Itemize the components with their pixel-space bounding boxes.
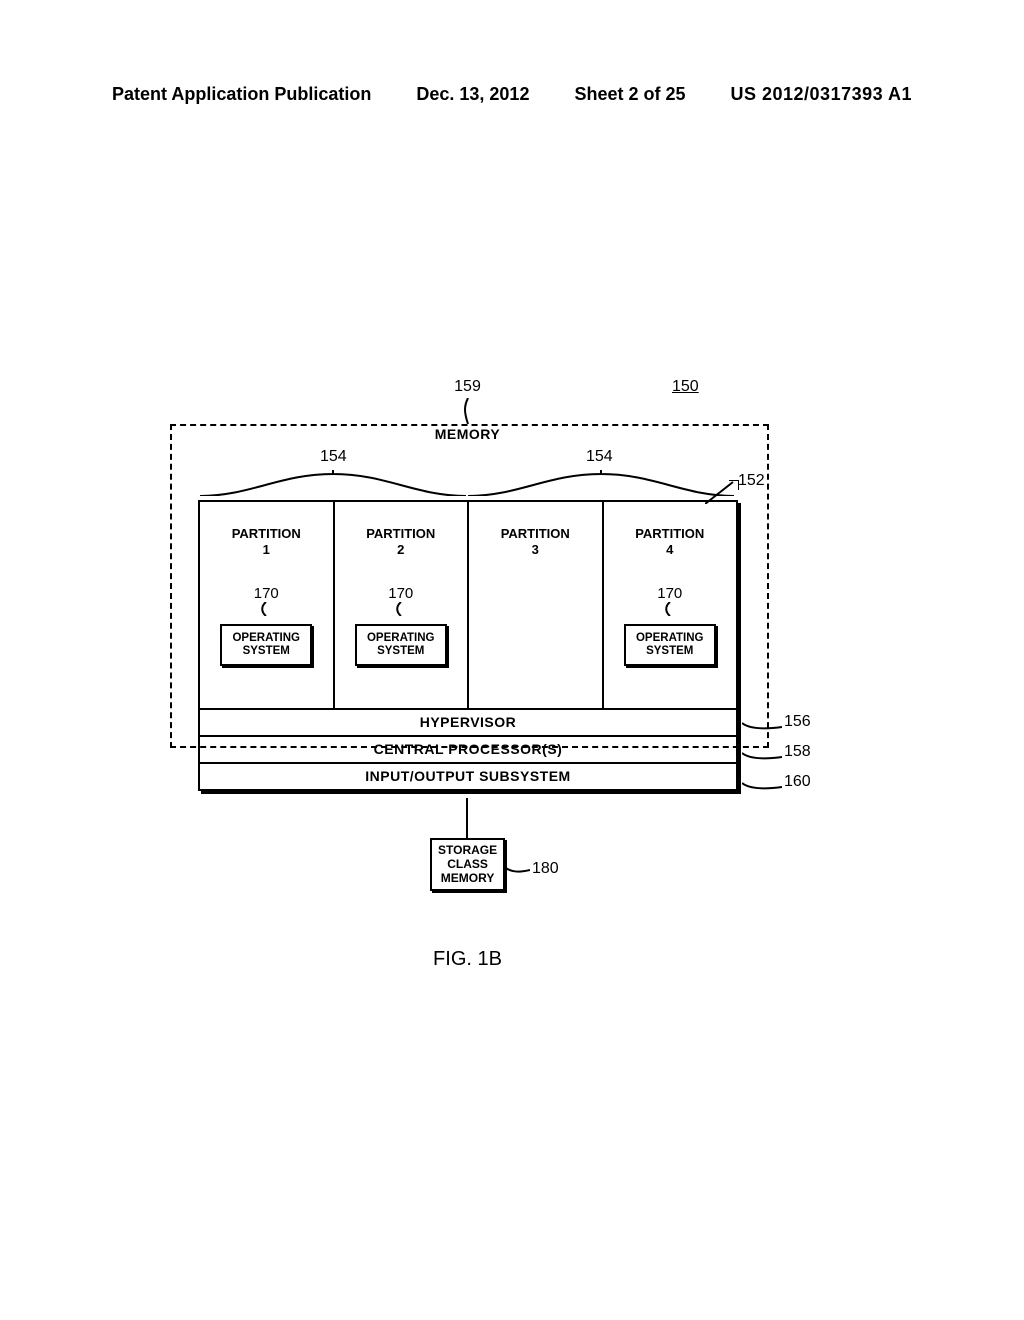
reference-numeral-170: 170 xyxy=(254,585,279,602)
reference-numeral-156: 156 xyxy=(784,713,811,731)
figure-caption: FIG. 1B xyxy=(170,948,765,971)
reference-numeral-150: 150 xyxy=(672,378,699,396)
publication-date: Dec. 13, 2012 xyxy=(416,84,529,105)
brace-left-icon xyxy=(200,470,466,496)
partition-4: PARTITION 4 170 OPERATING SYSTEM xyxy=(604,502,737,708)
partition-row: PARTITION 1 170 OPERATING SYSTEM PARTITI… xyxy=(200,502,736,708)
partition-label: PARTITION 3 xyxy=(501,526,570,559)
page-header: Patent Application Publication Dec. 13, … xyxy=(112,84,912,105)
figure-1b-diagram: 159 150 MEMORY 154 154 152 PARTITION 1 xyxy=(170,380,854,1020)
partition-3: PARTITION 3 xyxy=(469,502,604,708)
partitioned-system-box: PARTITION 1 170 OPERATING SYSTEM PARTITI… xyxy=(198,500,738,791)
partition-1: PARTITION 1 170 OPERATING SYSTEM xyxy=(200,502,335,708)
reference-numeral-170: 170 xyxy=(657,585,682,602)
operating-system-box: OPERATING SYSTEM xyxy=(220,624,312,666)
reference-numeral-154-left: 154 xyxy=(320,448,347,466)
operating-system-box: OPERATING SYSTEM xyxy=(355,624,447,666)
sheet-indicator: Sheet 2 of 25 xyxy=(574,84,685,105)
hypervisor-layer: HYPERVISOR xyxy=(200,708,736,735)
reference-numeral-152: 152 xyxy=(738,472,765,490)
partition-2: PARTITION 2 170 OPERATING SYSTEM xyxy=(335,502,470,708)
operating-system-box: OPERATING SYSTEM xyxy=(624,624,716,666)
storage-class-memory-box: STORAGE CLASS MEMORY xyxy=(430,838,505,891)
reference-numeral-160: 160 xyxy=(784,773,811,791)
publication-type: Patent Application Publication xyxy=(112,84,371,105)
page: Patent Application Publication Dec. 13, … xyxy=(0,0,1024,1320)
reference-numeral-154-right: 154 xyxy=(586,448,613,466)
partition-label: PARTITION 4 xyxy=(635,526,704,559)
cpu-layer: CENTRAL PROCESSOR(S) xyxy=(200,735,736,762)
leader-line-icon xyxy=(506,864,530,876)
reference-numeral-180: 180 xyxy=(532,860,559,878)
io-subsystem-layer: INPUT/OUTPUT SUBSYSTEM xyxy=(200,762,736,789)
memory-label: MEMORY xyxy=(170,426,765,442)
publication-number: US 2012/0317393 A1 xyxy=(731,84,912,105)
leader-hook-icon xyxy=(391,602,411,616)
leader-hook-icon xyxy=(256,602,276,616)
partition-label: PARTITION 2 xyxy=(366,526,435,559)
connector-line xyxy=(466,798,468,838)
leader-line-icon xyxy=(742,749,782,763)
reference-numeral-170: 170 xyxy=(388,585,413,602)
leader-line-icon xyxy=(742,719,782,733)
partition-label: PARTITION 1 xyxy=(232,526,301,559)
leader-line-icon xyxy=(742,779,782,793)
leader-hook-icon xyxy=(660,602,680,616)
brace-right-icon xyxy=(468,470,734,496)
reference-numeral-158: 158 xyxy=(784,743,811,761)
leader-hook-icon xyxy=(461,398,475,424)
